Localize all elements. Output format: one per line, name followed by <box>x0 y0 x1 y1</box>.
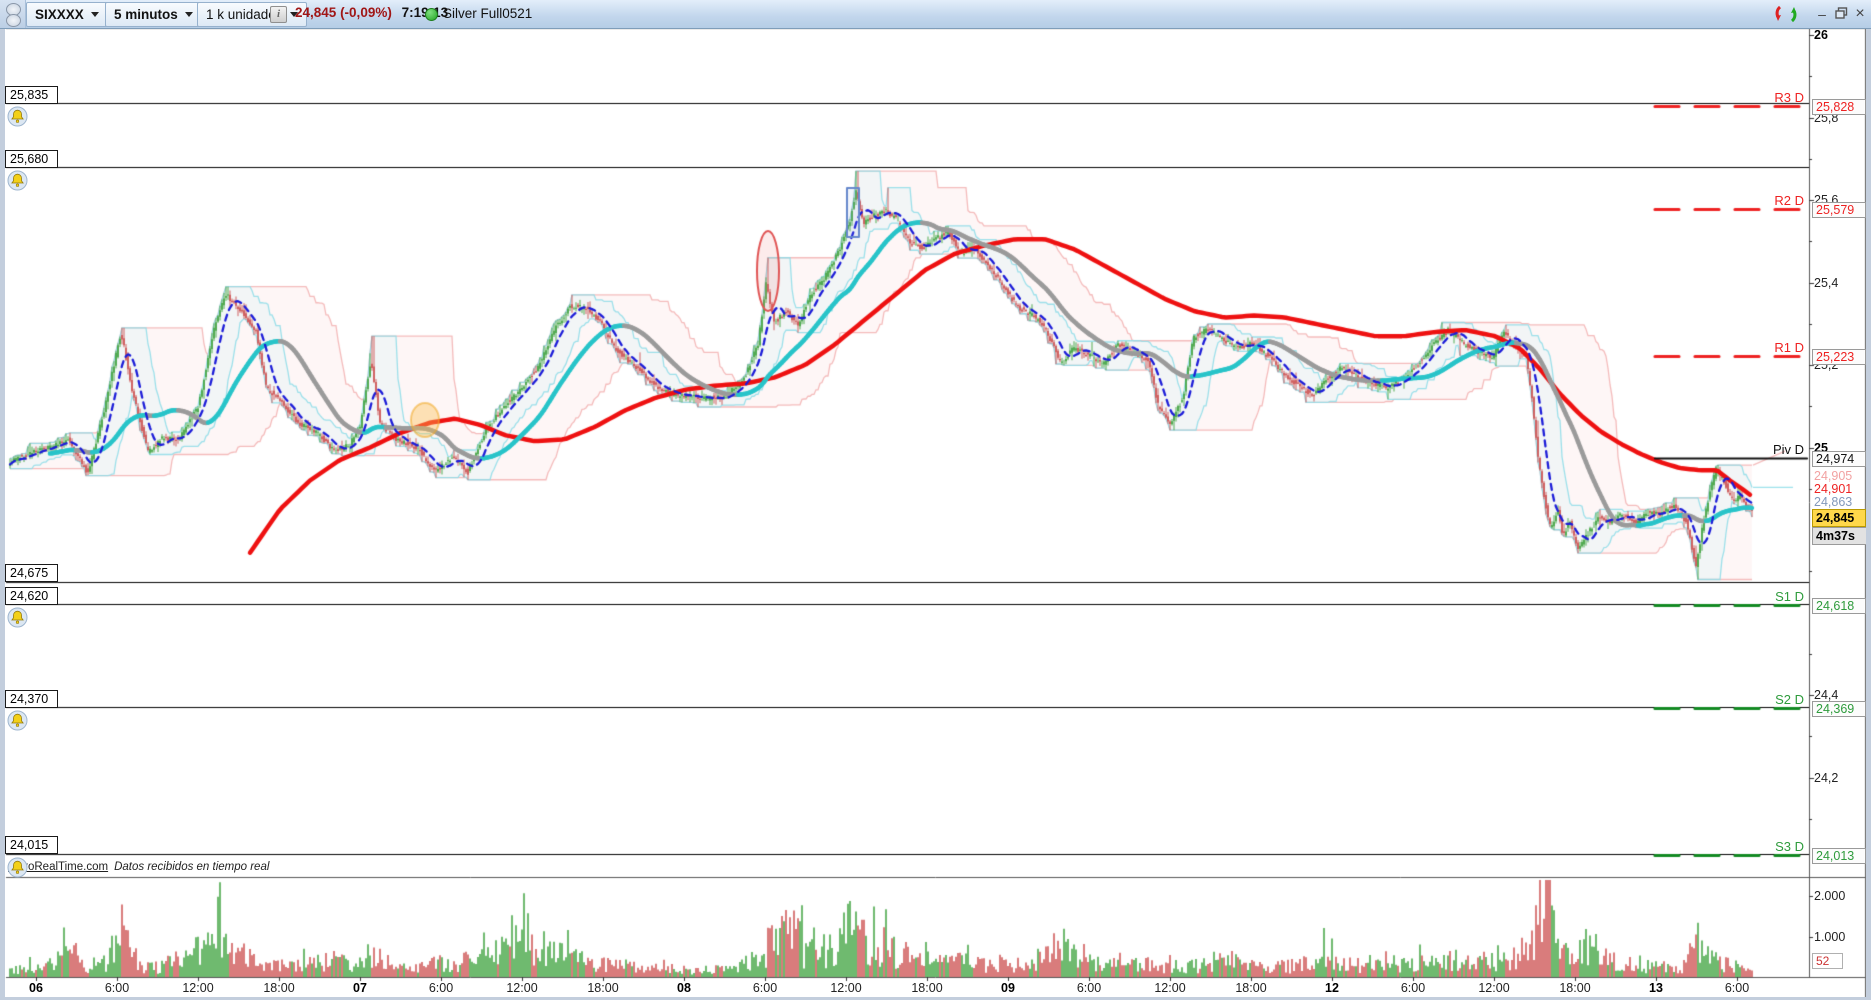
time-axis-label: 6:00 <box>1076 981 1102 995</box>
minimize-button[interactable]: – <box>1812 4 1832 24</box>
window-grip[interactable] <box>0 0 26 28</box>
pivot-price-tag: 24,369 <box>1812 700 1866 717</box>
alert-bell-icon[interactable] <box>7 106 28 132</box>
time-axis-label: 18:00 <box>1235 981 1267 995</box>
pivot-price-tag: 24,013 <box>1812 847 1866 864</box>
time-axis-label: 12:00 <box>830 981 862 995</box>
grip-dot-icon <box>6 14 21 27</box>
time-axis-label: 13 <box>1649 981 1663 995</box>
pivot-level-name: S3 D <box>1775 838 1804 854</box>
timeframe-label: 5 minutos <box>114 7 178 22</box>
price-axis-tick: 24,2 <box>1814 770 1839 785</box>
ma-value-tag: 24,905 <box>1814 469 1853 483</box>
pivot-level-name: S2 D <box>1775 691 1804 707</box>
time-axis-label: 12:00 <box>182 981 214 995</box>
pivot-price-tag: 25,828 <box>1812 98 1866 115</box>
instrument-selector[interactable]: SIXXXX <box>26 2 108 27</box>
trading-platform-window: SIXXXX 5 minutos 1 k unidades i 24,845 (… <box>0 0 1871 1000</box>
price-alert-label[interactable]: 25,835 <box>5 85 58 104</box>
time-axis-label: 18:00 <box>587 981 619 995</box>
time-axis-label: 18:00 <box>1559 981 1591 995</box>
time-axis-label: 6:00 <box>104 981 130 995</box>
price-alert-label[interactable]: 24,370 <box>5 689 58 708</box>
alert-bell-icon[interactable] <box>7 170 28 196</box>
time-axis-label: 07 <box>353 981 367 995</box>
time-axis-label: 18:00 <box>911 981 943 995</box>
window-border-right <box>1866 28 1871 1000</box>
last-volume-tag: 52 <box>1812 953 1843 969</box>
alert-bell-icon[interactable] <box>7 710 28 736</box>
price-alert-label[interactable]: 24,015 <box>5 836 58 855</box>
instrument-label: SIXXXX <box>35 7 84 22</box>
pivot-level-name: R2 D <box>1774 192 1804 208</box>
last-price: 24,845 <box>295 5 337 20</box>
instrument-status: Silver Full0521 <box>443 6 533 21</box>
units-selector[interactable]: 1 k unidades <box>197 2 307 27</box>
time-axis-label: 6:00 <box>1400 981 1426 995</box>
pivot-level-name: R3 D <box>1774 89 1804 105</box>
price-alert-label[interactable]: 25,680 <box>5 149 58 168</box>
time-axis-label: 6:00 <box>752 981 778 995</box>
time-axis-label: 6:00 <box>1724 981 1750 995</box>
chevron-down-icon <box>184 12 193 17</box>
pivot-price-tag: 24,618 <box>1812 598 1866 615</box>
time-axis-label: 12:00 <box>1478 981 1510 995</box>
timeframe-selector[interactable]: 5 minutos <box>105 2 202 27</box>
pivot-price-tag: 25,579 <box>1812 201 1866 218</box>
pivot-level-name: R1 D <box>1774 339 1804 355</box>
pivot-price-tag: 24,974 <box>1812 451 1866 468</box>
alert-bell-icon[interactable] <box>7 607 28 633</box>
price-chart-canvas[interactable] <box>0 0 1871 1000</box>
time-axis-label: 06 <box>29 981 43 995</box>
time-axis-label: 12 <box>1325 981 1339 995</box>
ma-value-tag: 24,863 <box>1814 495 1853 509</box>
time-axis-label: 18:00 <box>263 981 295 995</box>
pivot-price-tag: 25,223 <box>1812 348 1866 365</box>
price-axis-tick: 26 <box>1814 28 1828 42</box>
pivot-level-name: S1 D <box>1775 589 1804 605</box>
chart-toolbar: SIXXXX 5 minutos 1 k unidades i 24,845 (… <box>0 0 1871 29</box>
price-alert-label[interactable]: 24,620 <box>5 586 58 605</box>
refresh-icon[interactable] <box>1774 3 1798 30</box>
bar-countdown-tag: 4m37s <box>1812 527 1869 545</box>
chevron-down-icon <box>90 12 99 17</box>
time-axis-label: 12:00 <box>506 981 538 995</box>
price-alert-label[interactable]: 24,675 <box>5 564 58 583</box>
time-axis-label: 09 <box>1001 981 1015 995</box>
price-change: (-0,09%) <box>340 5 392 20</box>
pivot-level-name: Piv D <box>1772 442 1804 458</box>
restore-button[interactable] <box>1831 4 1851 24</box>
copyright-note: ©ProRealTime.com Datos recibidos en tiemp… <box>8 861 269 873</box>
current-price-tag: 24,845 <box>1812 509 1866 527</box>
feed-status-icon <box>425 8 438 21</box>
time-axis-label: 08 <box>677 981 691 995</box>
alert-bell-icon[interactable] <box>7 857 28 883</box>
ma-value-tag: 24,901 <box>1814 482 1853 496</box>
feed-status-text: Datos recibidos en tiempo real <box>114 861 270 873</box>
close-button[interactable]: × <box>1850 4 1870 24</box>
volume-axis-tick: 1.000 <box>1814 929 1846 944</box>
time-axis-label: 6:00 <box>428 981 454 995</box>
volume-axis-tick: 2.000 <box>1814 889 1846 903</box>
time-axis-label: 12:00 <box>1154 981 1186 995</box>
info-icon[interactable]: i <box>270 6 287 23</box>
price-axis-tick: 25,4 <box>1814 275 1839 290</box>
window-border-left <box>0 28 5 1000</box>
